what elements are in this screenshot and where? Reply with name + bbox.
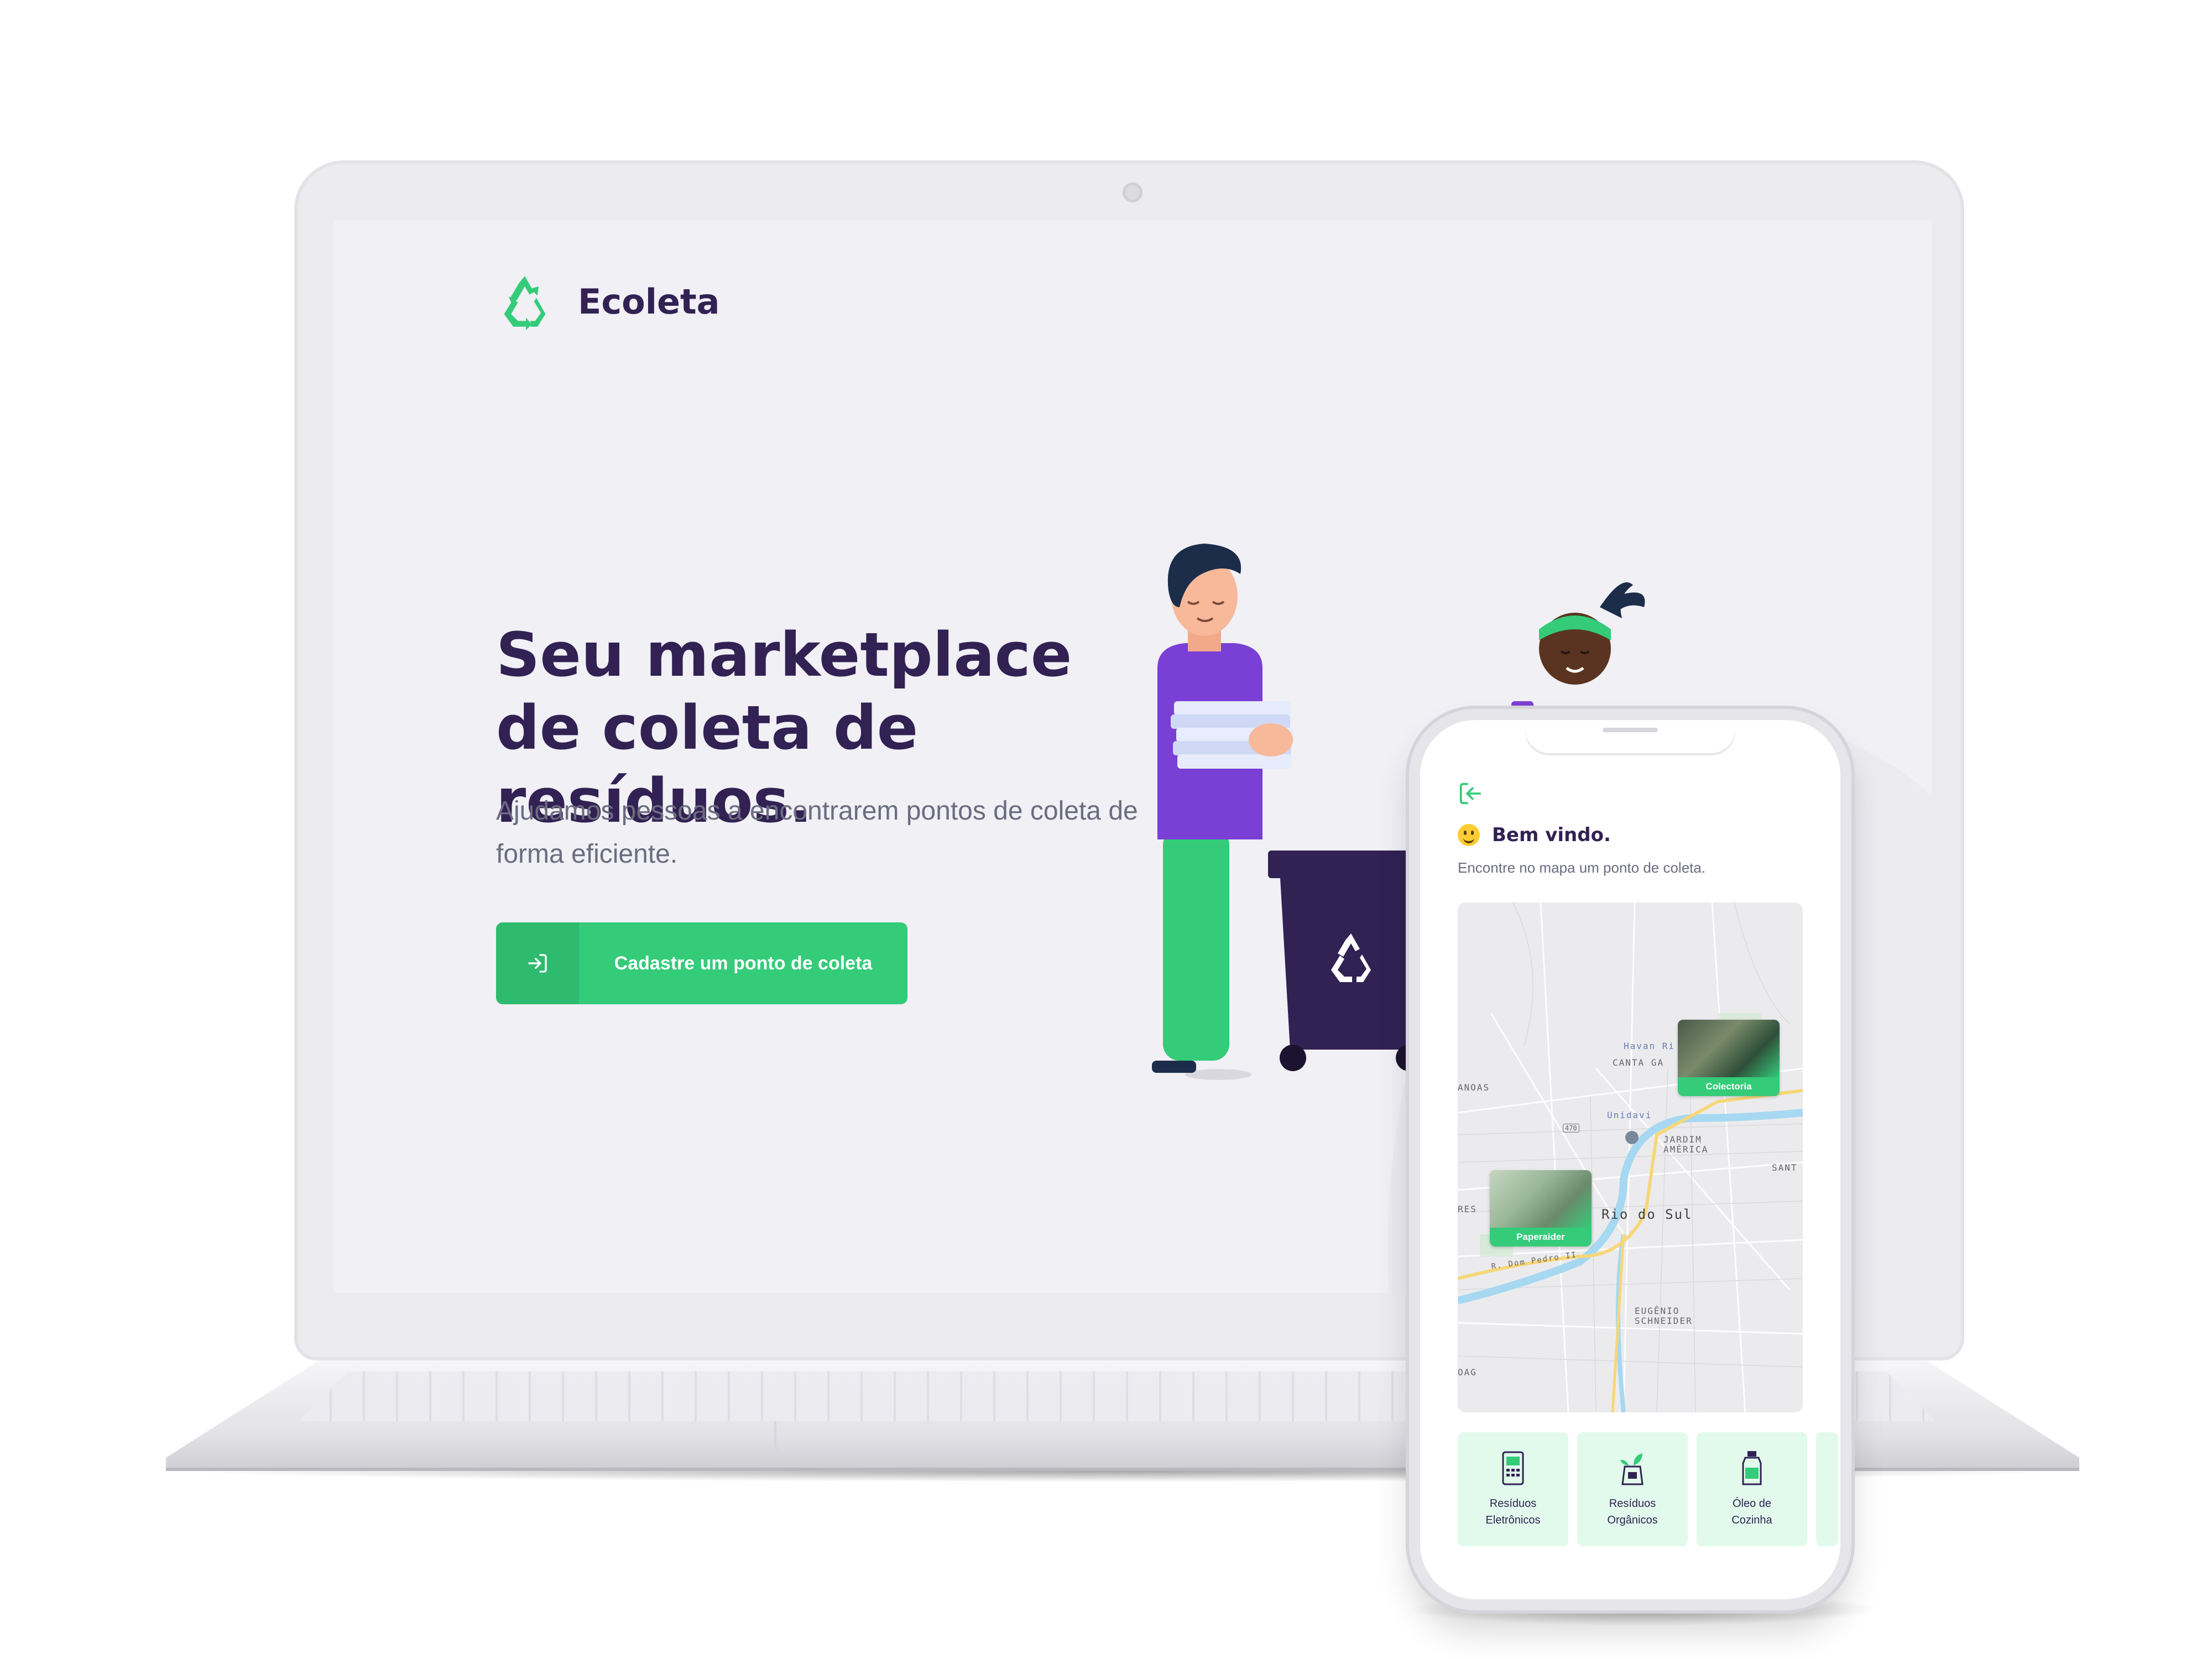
smile-emoji-icon [1458,824,1480,846]
hero-subtitle: Ajudamos pessoas a encontrarem pontos de… [496,796,1138,869]
item-label-line: Cozinha [1731,1514,1772,1526]
map-label-place: Havan Ri [1624,1041,1676,1051]
item-label: Óleo de Cozinha [1710,1495,1793,1528]
marker-label: Paperaider [1516,1232,1565,1242]
map-marker-paperaider[interactable]: Paperaider [1490,1170,1592,1246]
map-label-district: RES [1458,1204,1477,1214]
recycle-logo-icon [504,276,546,330]
item-cooking-oil[interactable]: Óleo de Cozinha [1697,1432,1807,1546]
item-label: Resíduos Orgânicos [1591,1495,1674,1528]
speaker-grill [1603,728,1658,732]
phone-notch [1525,720,1735,753]
logo[interactable]: Ecoleta [496,273,719,330]
map-marker-colectoria[interactable]: Colectoria [1678,1020,1780,1096]
marker-photo [1678,1020,1780,1077]
welcome-title: Bem vindo. [1492,824,1611,846]
log-out-icon[interactable] [1458,781,1483,806]
map-label-district: OAG [1458,1367,1477,1378]
item-label-line: Resíduos [1489,1498,1537,1510]
laptop-trackpad [774,1421,1460,1454]
map-label-city: Rio do Sul [1601,1207,1693,1222]
mobile-phone: Bem vindo. Encontre no mapa um ponto de … [1409,709,1851,1610]
man-figure [1152,544,1293,1080]
map-label-district: SANT [1772,1162,1798,1173]
collection-map[interactable]: Rio do Sul JARDIM AMÉRICA EUGÊNIO SCHNEI… [1458,902,1803,1412]
marker-photo [1490,1170,1592,1228]
cta-label: Cadastre um ponto de coleta [614,952,873,974]
camera-icon [1123,182,1142,202]
map-label-place: Unidavi [1607,1110,1652,1120]
oil-bottle-icon [1742,1451,1762,1485]
compost-icon [1620,1453,1644,1485]
marker-label: Colectoria [1705,1081,1752,1092]
map-label-district: EUGÊNIO SCHNEIDER [1635,1306,1693,1326]
register-collection-point-button[interactable]: Cadastre um ponto de coleta [496,922,907,1004]
map-label-district: ANOAS [1458,1082,1490,1093]
item-label-line: Óleo de [1732,1498,1772,1510]
item-label-line: Resíduos [1609,1498,1656,1510]
map-tiles [1458,902,1803,1412]
item-label: Resíduos Eletrônicos [1472,1495,1554,1528]
log-in-icon [496,922,579,1004]
item-organic-waste[interactable]: Resíduos Orgânicos [1577,1432,1688,1546]
map-label-district: JARDIM AMÉRICA [1663,1134,1709,1155]
battery-icon [1502,1451,1524,1485]
item-label-line: Eletrônicos [1485,1514,1541,1526]
items-carousel: Resíduos Eletrônicos Resíduos Orgânicos [1458,1432,1840,1546]
item-partial-next[interactable] [1816,1432,1838,1546]
welcome-header: Bem vindo. [1458,824,1611,846]
item-label-line: Orgânicos [1607,1514,1658,1526]
map-label-highway: 470 [1563,1124,1579,1133]
map-label-district: CANTA GA [1613,1057,1665,1068]
item-electronic-waste[interactable]: Resíduos Eletrônicos [1458,1432,1568,1546]
welcome-subtitle: Encontre no mapa um ponto de coleta. [1458,859,1706,876]
brand-name: Ecoleta [578,281,720,322]
